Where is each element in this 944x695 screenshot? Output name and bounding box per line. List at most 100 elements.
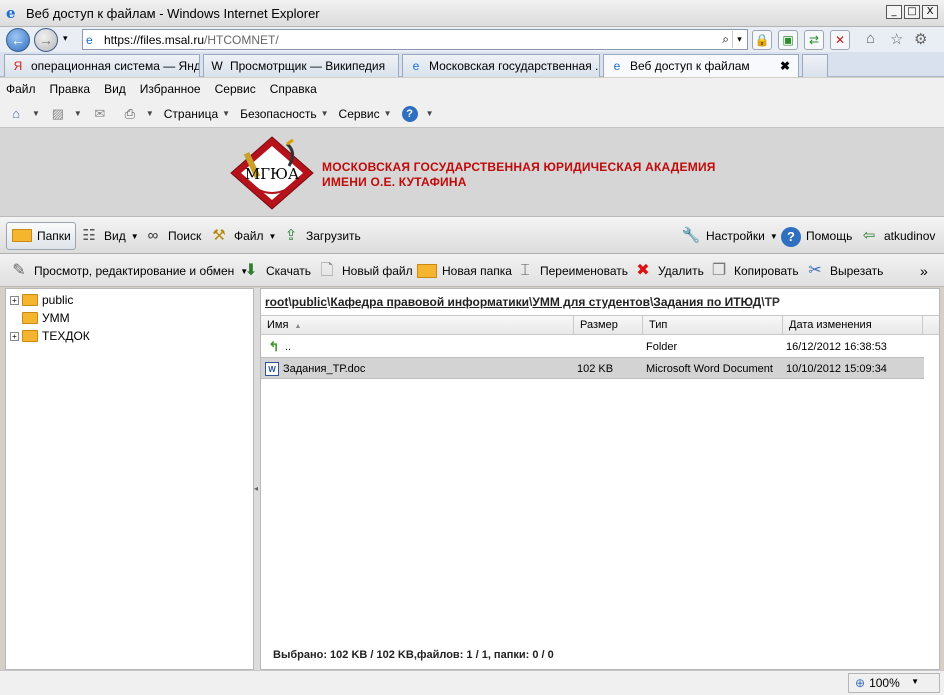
column-size[interactable]: Размер <box>574 316 643 335</box>
column-type[interactable]: Тип <box>643 316 783 335</box>
tools-icon: ⚒ <box>212 227 226 244</box>
table-row[interactable]: W Задания_ТР.doc 102 KB Microsoft Word Do… <box>261 357 924 379</box>
menu-help[interactable]: Справка <box>270 82 317 96</box>
zoom-icon: ⊕ <box>855 676 866 690</box>
menu-tools[interactable]: Сервис <box>215 82 256 96</box>
app-toolbar: Папки ☷ Вид ▼ ∞ Поиск ⚒ Файл ▼ ⇪ Загрузи… <box>0 216 944 254</box>
home-icon: ⌂ <box>12 105 20 121</box>
file-name: .. <box>285 341 292 353</box>
table-row[interactable]: ↰.. Folder 16/12/2012 16:38:53 <box>261 336 924 358</box>
home-icon[interactable]: ⌂ <box>866 30 875 47</box>
home-command[interactable]: ⌂ ▼ <box>8 106 40 122</box>
folders-button[interactable]: Папки <box>6 222 76 250</box>
close-tab-icon[interactable]: ✖ <box>780 59 790 73</box>
maximize-button[interactable]: □ <box>904 5 920 19</box>
help-button[interactable]: ? Помощь <box>776 222 856 250</box>
mail-command[interactable]: ✉ <box>92 106 112 122</box>
refresh-icon[interactable]: ⇄ <box>804 30 824 50</box>
print-command[interactable]: ⎙ ▼ <box>122 106 154 122</box>
settings-label: Настройки <box>706 229 765 243</box>
tab-web-access[interactable]: e Веб доступ к файлам ✖ <box>603 54 799 77</box>
edit-icon: ✎ <box>12 262 26 279</box>
upload-label: Загрузить <box>306 229 361 243</box>
lock-icon[interactable]: 🔒 <box>752 30 772 50</box>
column-modified[interactable]: Дата изменения <box>783 316 923 335</box>
stop-icon[interactable]: ✕ <box>830 30 850 50</box>
column-name[interactable]: Имя ▲ <box>261 316 574 335</box>
expand-toggle[interactable]: + <box>10 295 19 305</box>
breadcrumb-tasks[interactable]: Задания по ИТЮД <box>653 295 761 309</box>
tree-node-techdoc[interactable]: + ТЕХДОК <box>10 327 90 345</box>
tab-wikipedia[interactable]: W Просмотрщик — Википедия <box>203 54 399 77</box>
command-bar: ⌂ ▼ ▨ ▼ ✉ ⎙ ▼ Страница ▼ Безопасность ▼ Серви… <box>0 100 944 128</box>
word-document-icon: W <box>265 362 279 377</box>
minimize-button[interactable]: _ <box>886 5 902 19</box>
address-field[interactable]: e https:// files.msal.ru /HTCOMNET/ ⌕ ▾ <box>82 29 748 50</box>
ie-logo-icon: e <box>6 4 16 22</box>
cut-button[interactable]: ✂ Вырезать <box>804 258 883 284</box>
tab-msal[interactable]: e Московская государственная ... <box>402 54 600 77</box>
rename-label: Переименовать <box>540 264 628 278</box>
tree-node-public[interactable]: + public <box>10 291 73 309</box>
page-menu[interactable]: Страница ▼ <box>164 107 230 121</box>
back-button[interactable]: ← <box>6 28 30 52</box>
gear-icon[interactable]: ⚙ <box>914 30 927 48</box>
file-type: Microsoft Word Document <box>646 363 773 375</box>
download-button[interactable]: ⬇ Скачать <box>240 258 311 284</box>
settings-button[interactable]: 🔧 Настройки ▼ <box>676 222 782 250</box>
feeds-command[interactable]: ▨ ▼ <box>50 106 82 122</box>
collapse-arrow-icon[interactable]: ◂ <box>254 484 258 493</box>
breadcrumb-root[interactable]: root <box>265 295 288 309</box>
mail-icon: ✉ <box>94 105 106 121</box>
cut-label: Вырезать <box>830 264 884 278</box>
binoculars-icon: ∞ <box>147 227 159 244</box>
new-folder-label: Новая папка <box>442 264 512 278</box>
new-file-button[interactable]: 🗋 Новый файл <box>316 258 413 284</box>
upload-button[interactable]: ⇪ Загрузить <box>276 222 365 250</box>
forward-button[interactable]: → <box>34 28 58 52</box>
new-folder-button[interactable]: Новая папка <box>416 258 512 284</box>
menu-edit[interactable]: Правка <box>50 82 91 96</box>
window-controls: _ □ X <box>886 5 938 19</box>
compatibility-icon[interactable]: ▣ <box>778 30 798 50</box>
tools-menu[interactable]: Сервис ▼ <box>339 107 392 121</box>
menu-file[interactable]: Файл <box>6 82 36 96</box>
zoom-control[interactable]: ⊕ 100% ▼ <box>848 673 940 693</box>
view-edit-share-button[interactable]: ✎ Просмотр, редактирование и обмен ▼ <box>8 258 248 284</box>
safety-menu-label: Безопасность <box>240 106 317 121</box>
new-tab-button[interactable] <box>802 54 828 77</box>
rss-icon: ▨ <box>51 105 65 121</box>
safety-menu[interactable]: Безопасность ▼ <box>240 107 328 121</box>
tree-node-umm[interactable]: УММ <box>22 309 70 327</box>
file-menu-button[interactable]: ⚒ Файл ▼ <box>204 222 280 250</box>
rename-button[interactable]: ⌶ Переименовать <box>514 258 628 284</box>
breadcrumb-public[interactable]: public <box>292 295 327 309</box>
history-dropdown-icon[interactable]: ▾ <box>63 33 68 44</box>
more-actions-button[interactable]: » <box>920 258 928 284</box>
logout-icon: ⇦ <box>862 227 876 244</box>
new-file-icon: 🗋 <box>320 262 334 279</box>
expand-toggle[interactable]: + <box>10 331 19 341</box>
rename-icon: ⌶ <box>520 262 530 279</box>
breadcrumb-umm[interactable]: УММ для студентов <box>532 295 650 309</box>
file-type: Folder <box>646 341 678 353</box>
view-button[interactable]: ☷ Вид ▼ <box>74 222 143 250</box>
copy-button[interactable]: ❐ Копировать <box>708 258 799 284</box>
search-icon[interactable]: ⌕ <box>722 32 729 47</box>
menu-view[interactable]: Вид <box>104 82 126 96</box>
menu-favorites[interactable]: Избранное <box>140 82 201 96</box>
delete-button[interactable]: ✖ Удалить <box>632 258 704 284</box>
favorites-star-icon[interactable]: ☆ <box>890 30 903 48</box>
user-account-button[interactable]: ⇦ atkudinov <box>854 222 939 250</box>
close-window-button[interactable]: X <box>922 5 938 19</box>
help-menu[interactable]: ? ▼ <box>401 105 433 122</box>
tab-yandex[interactable]: Я операционная система — Янд... <box>4 54 200 77</box>
tree-node-label: public <box>42 293 74 307</box>
help-label: Помощь <box>806 229 853 243</box>
breadcrumb-department[interactable]: Кафедра правовой информатики <box>330 295 529 309</box>
upload-icon: ⇪ <box>284 227 298 244</box>
tab-label: Московская государственная ... <box>429 59 600 73</box>
search-button[interactable]: ∞ Поиск <box>138 222 205 250</box>
address-dropdown-icon[interactable]: ▾ <box>732 31 746 48</box>
page-icon: e <box>86 32 93 47</box>
